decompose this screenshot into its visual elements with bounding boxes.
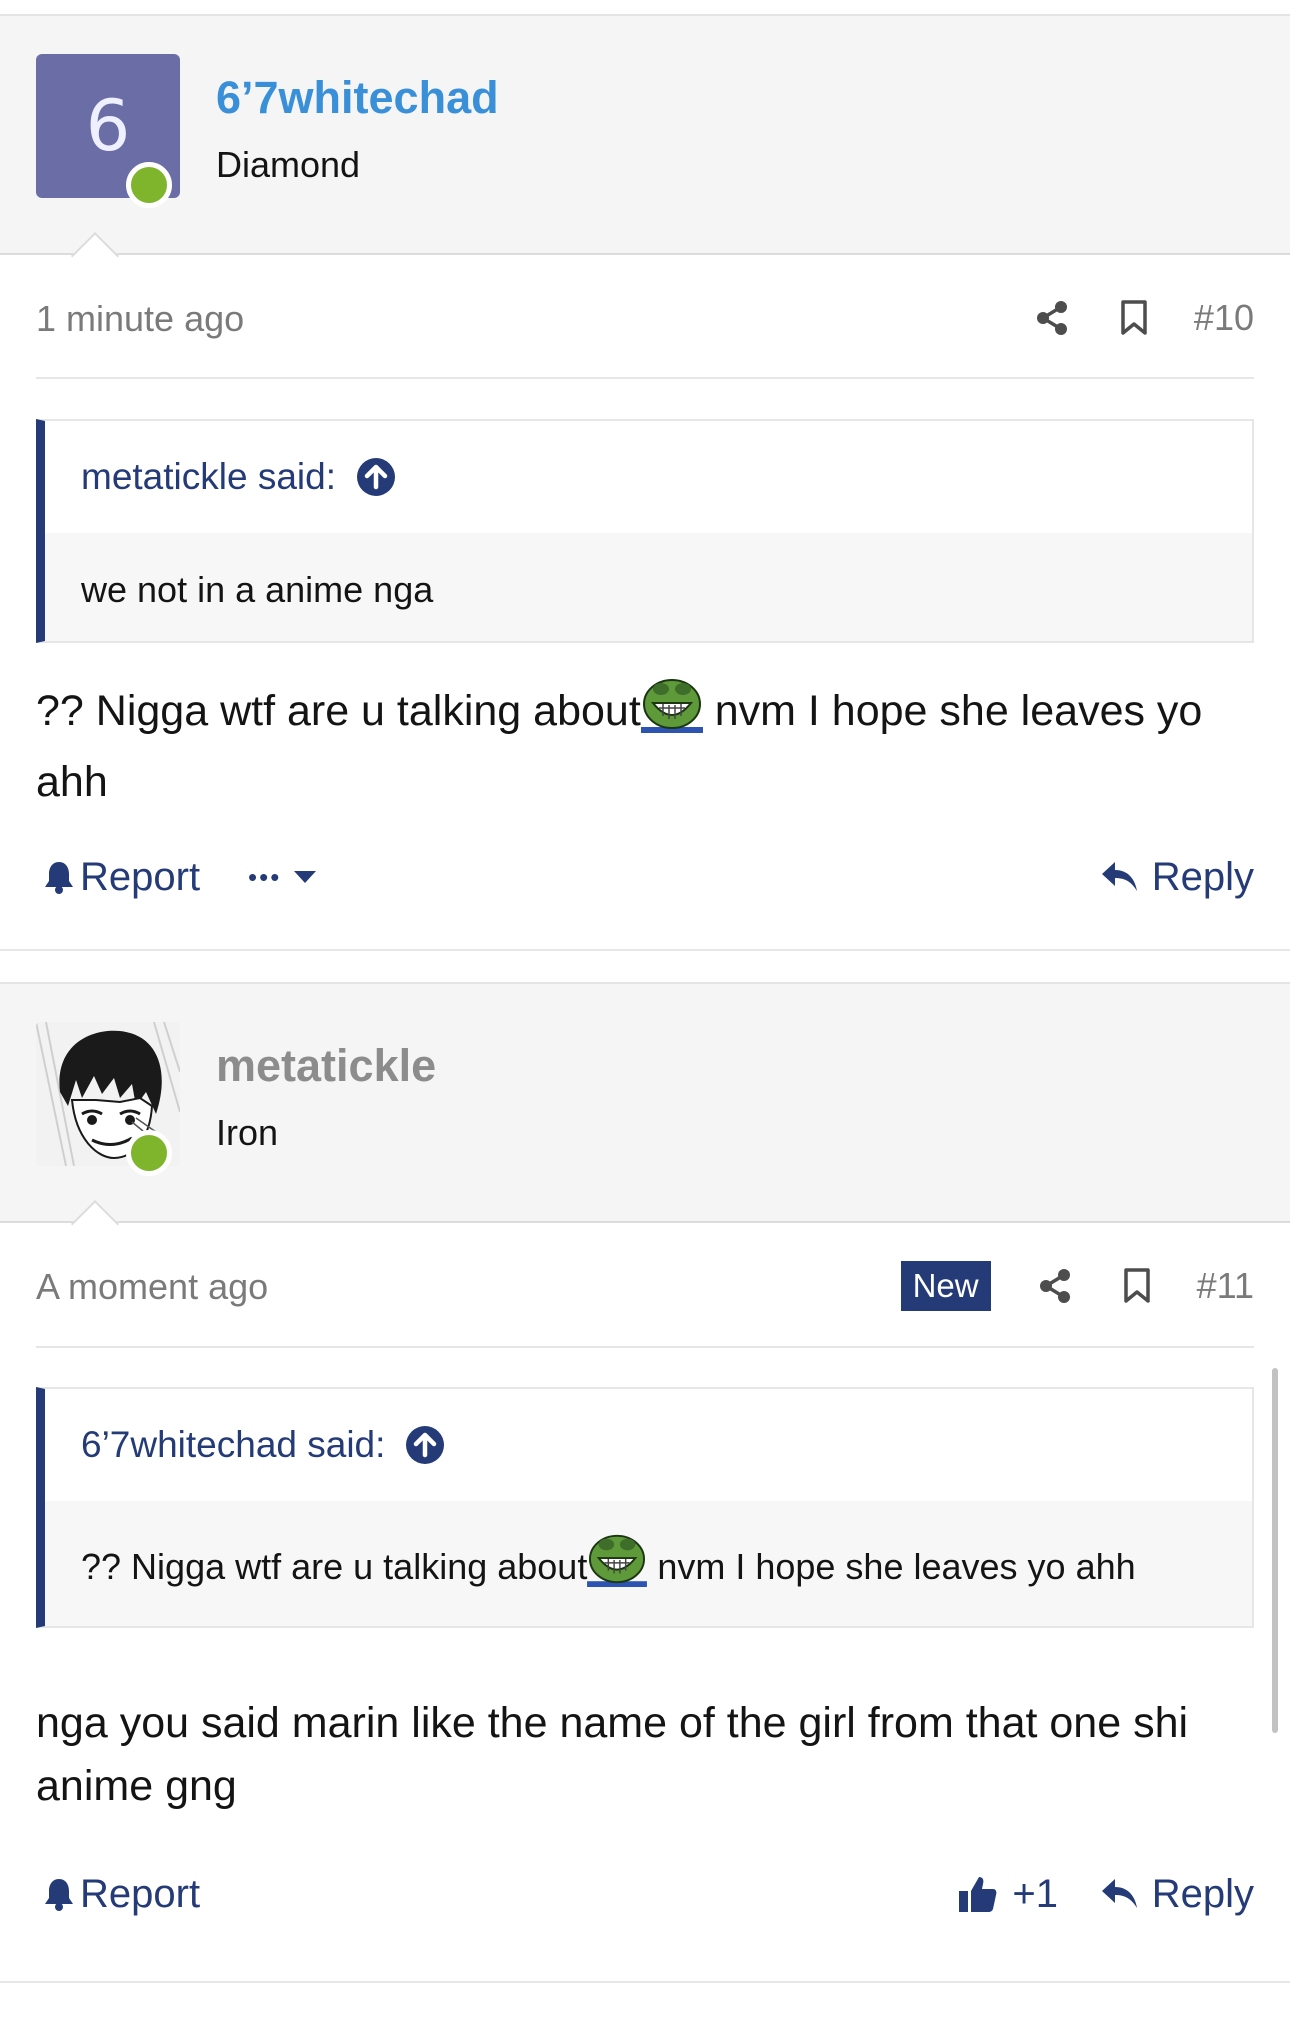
laughing-pepe-emote	[587, 1531, 648, 1602]
avatar[interactable]: 6	[36, 54, 180, 208]
user-rank: Iron	[216, 1112, 279, 1153]
post-actions: Report +1 Reply	[36, 1859, 1254, 1929]
post-time[interactable]: A moment ago	[36, 1266, 268, 1308]
avatar[interactable]	[36, 1022, 180, 1176]
arrow-up-circle-icon[interactable]	[405, 1425, 445, 1465]
header-caret	[70, 231, 120, 281]
reply-arrow-icon	[1101, 862, 1137, 891]
reply-button[interactable]: Reply	[1100, 842, 1254, 912]
online-indicator	[126, 162, 172, 208]
quote-block: metatickle said: we not in a anime nga	[36, 419, 1254, 643]
post-header: metatickle Iron	[0, 982, 1290, 1249]
post-actions: Report ••• Reply	[36, 842, 1254, 912]
post-meta: 1 minute ago #10	[36, 288, 1254, 348]
post-header: 6 6’7whitechad Diamond	[0, 14, 1290, 281]
header-caret	[70, 1199, 120, 1249]
reply-label: Reply	[1151, 854, 1254, 899]
laughing-pepe-emote	[640, 675, 703, 751]
quote-text-part: ?? Nigga wtf are u talking about	[81, 1546, 588, 1587]
arrow-up-circle-icon[interactable]	[356, 457, 396, 497]
reply-label: Reply	[1151, 1871, 1254, 1916]
divider	[36, 1346, 1254, 1348]
more-options-button[interactable]: •••	[248, 842, 323, 912]
bookmark-icon[interactable]	[1115, 1264, 1159, 1308]
user-rank: Diamond	[216, 144, 361, 185]
post-message: nga you said marin like the name of the …	[36, 1699, 1189, 1810]
bell-icon	[45, 862, 73, 894]
post-time[interactable]: 1 minute ago	[36, 298, 244, 340]
quote-author[interactable]: 6’7whitechad said:	[81, 1424, 385, 1466]
reply-button[interactable]: Reply	[1100, 1859, 1254, 1929]
quote-block: 6’7whitechad said: ?? Nigga wtf are u ta…	[36, 1387, 1254, 1628]
report-label: Report	[80, 854, 201, 899]
online-indicator	[126, 1130, 172, 1176]
message-text: ?? Nigga wtf are u talking about	[36, 687, 641, 735]
share-icon[interactable]	[1033, 1264, 1077, 1308]
quote-header: 6’7whitechad said:	[45, 1389, 1252, 1501]
chevron-down-icon	[294, 871, 317, 883]
post-message: ?? Nigga wtf are u talking about nvm I h…	[36, 675, 1254, 814]
post-number[interactable]: #11	[1197, 1265, 1254, 1307]
report-label: Report	[80, 1871, 201, 1916]
like-button[interactable]: +1	[958, 1859, 1058, 1929]
like-count: +1	[1012, 1871, 1058, 1916]
bookmark-icon[interactable]	[1112, 296, 1156, 340]
quote-text: we not in a anime nga	[81, 569, 434, 610]
ellipsis-icon: •••	[248, 861, 282, 892]
thumbs-up-icon	[959, 1877, 997, 1912]
username-link[interactable]: 6’7whitechad	[216, 72, 499, 124]
divider	[36, 377, 1254, 379]
share-icon[interactable]	[1030, 296, 1074, 340]
quote-text: ?? Nigga wtf are u talking about nvm I h…	[45, 1501, 1252, 1626]
reply-arrow-icon	[1101, 1879, 1137, 1908]
report-button[interactable]: Report	[44, 1859, 200, 1929]
post-separator	[0, 949, 1290, 951]
report-button[interactable]: Report	[44, 842, 200, 912]
quote-author[interactable]: metatickle said:	[81, 456, 336, 498]
post-separator	[0, 1981, 1290, 1983]
quote-header: metatickle said:	[45, 421, 1252, 533]
new-badge: New	[900, 1261, 991, 1311]
scrollbar[interactable]	[1272, 1368, 1278, 1733]
post-meta: A moment ago New #11	[36, 1256, 1254, 1316]
quote-text-part: nvm I hope she leaves yo ahh	[647, 1546, 1136, 1587]
bell-icon	[45, 1879, 73, 1911]
username-link[interactable]: metatickle	[216, 1040, 436, 1092]
post-number[interactable]: #10	[1194, 297, 1254, 339]
